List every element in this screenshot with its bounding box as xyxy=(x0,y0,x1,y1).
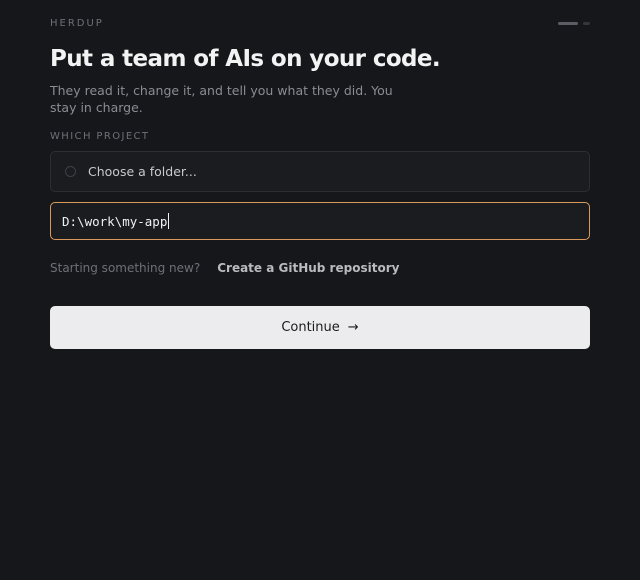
new-project-row: Starting something new? Create a GitHub … xyxy=(50,261,399,275)
project-path-value: D:\work\my-app xyxy=(62,213,168,229)
text-caret xyxy=(168,213,170,229)
arrow-right-icon: → xyxy=(347,320,359,335)
new-project-prompt: Starting something new? xyxy=(50,261,201,275)
page-title: Put a team of AIs on your code. xyxy=(50,46,441,72)
progress-step-current xyxy=(558,22,578,25)
page-subtitle: They read it, change it, and tell you wh… xyxy=(50,83,393,115)
progress-step-next xyxy=(583,22,590,25)
choose-folder-label: Choose a folder... xyxy=(88,164,197,179)
step-progress-indicator xyxy=(558,22,590,25)
choose-folder-button[interactable]: Choose a folder... xyxy=(50,151,590,192)
create-github-repo-link[interactable]: Create a GitHub repository xyxy=(217,261,399,275)
project-path-input[interactable]: D:\work\my-app xyxy=(50,202,590,240)
section-label-which-project: WHICH PROJECT xyxy=(50,131,150,142)
brand-logo-text: HERDUP xyxy=(50,18,104,29)
continue-button-label: Continue xyxy=(281,320,340,335)
radio-circle-icon xyxy=(65,166,76,177)
continue-button[interactable]: Continue → xyxy=(50,306,590,349)
